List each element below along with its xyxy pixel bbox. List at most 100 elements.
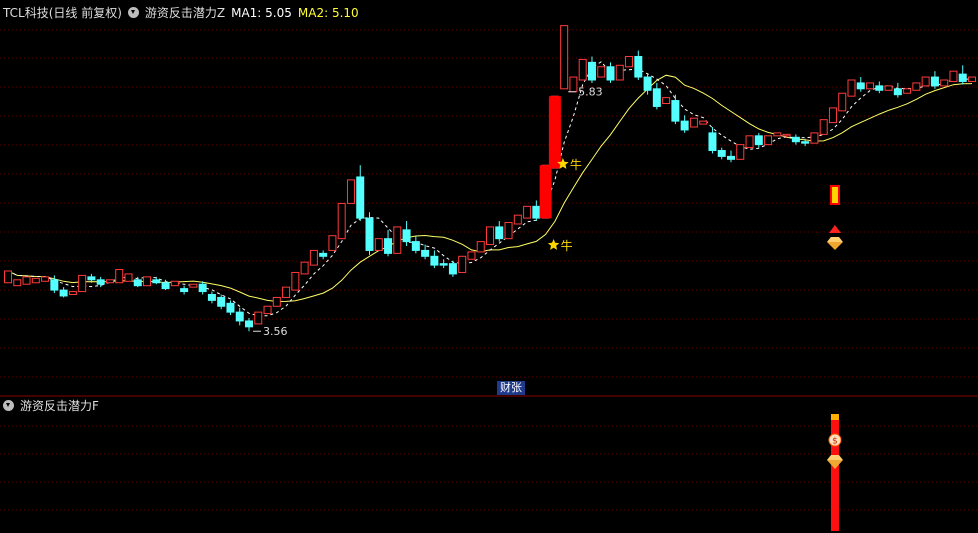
candle-body <box>180 288 189 293</box>
candle-body <box>374 238 383 251</box>
candle-body <box>828 107 837 124</box>
candle-body <box>708 132 717 152</box>
candle-body <box>662 97 671 105</box>
candle-body <box>504 222 513 240</box>
candle-body <box>207 294 216 301</box>
indicator-name: 游资反击潜力Z <box>144 6 226 20</box>
candle-body <box>105 279 114 284</box>
candle-body <box>448 263 457 275</box>
candle-body <box>467 251 476 260</box>
candle-body <box>319 252 328 257</box>
stock-title: TCL科技(日线 前复权) <box>3 6 122 20</box>
ma1-line <box>7 61 972 317</box>
candle-body <box>615 64 624 81</box>
candle-body <box>133 279 142 287</box>
candle-body <box>801 141 810 144</box>
candle-body <box>13 279 22 287</box>
candle-body <box>393 226 402 254</box>
sub-signal-bar <box>830 416 839 531</box>
candle-body <box>597 66 606 78</box>
candle-body <box>87 276 96 281</box>
candle-body <box>439 263 448 266</box>
candle-body <box>245 320 253 328</box>
candle-body <box>115 269 124 284</box>
candle-body <box>22 276 31 285</box>
chart-root: { "header": { "title": "TCL科技(日线 前复权)", … <box>0 0 978 533</box>
candle-body <box>476 241 485 253</box>
sub-diamond-icon <box>826 460 843 469</box>
candle-body <box>949 70 958 82</box>
candle-body <box>41 276 50 282</box>
candle-body <box>356 176 365 219</box>
candle-body <box>143 276 152 287</box>
high-label: 5.83 <box>578 86 603 99</box>
candle-body <box>727 155 735 160</box>
signal-text: 牛 <box>561 238 573 253</box>
candle-body <box>263 305 272 315</box>
candle-body <box>78 274 87 293</box>
candle-body <box>903 88 912 94</box>
candle-body <box>291 271 300 291</box>
divider-tag[interactable]: 财张 <box>497 381 525 395</box>
candle-body <box>810 132 819 144</box>
candle-body <box>578 58 587 81</box>
candle-body <box>912 82 921 91</box>
candle-body <box>940 79 949 87</box>
candle-body <box>328 235 337 251</box>
diamond-top-icon <box>826 237 843 242</box>
up-arrow-icon <box>828 225 841 233</box>
candle-body <box>523 205 532 219</box>
signal-candle <box>548 96 561 169</box>
candle-body <box>606 66 615 81</box>
candle-body <box>96 279 105 285</box>
signal-text: 牛 <box>570 157 582 172</box>
candle-body <box>513 214 522 225</box>
candle-body <box>384 238 393 254</box>
sub-header: 游资反击潜力F <box>3 399 105 413</box>
signal-star <box>547 239 560 250</box>
ma2-line <box>7 74 973 303</box>
candle-body <box>625 55 634 68</box>
candle-body <box>569 76 578 93</box>
low-label: 3.56 <box>263 325 288 338</box>
candle-body <box>235 311 244 322</box>
candle-body <box>189 283 198 288</box>
candle-body <box>717 150 726 157</box>
indicator-dropdown-icon[interactable] <box>127 7 139 18</box>
candle-body <box>958 73 967 82</box>
candle-body <box>689 117 698 128</box>
candle-body <box>893 88 902 96</box>
candle-body <box>921 76 930 87</box>
main-header: TCL科技(日线 前复权) 游资反击潜力Z MA1: 5.05 MA2: 5.10 <box>3 6 365 20</box>
candle-body <box>495 226 504 240</box>
sub-signal-cap <box>830 414 839 420</box>
candle-body <box>31 277 40 284</box>
ma2-value: MA2: 5.10 <box>297 6 359 20</box>
candle-body <box>217 296 226 307</box>
candle-body <box>560 25 569 90</box>
candle-body <box>671 100 680 122</box>
sub-indicator-name: 游资反击潜力F <box>20 399 99 413</box>
candle-body <box>300 261 309 275</box>
candle-body <box>50 279 59 291</box>
candle-body <box>875 85 884 91</box>
candle-body <box>634 55 643 78</box>
candle-body <box>226 302 235 313</box>
candle-body <box>699 120 708 125</box>
candle-body <box>309 249 318 266</box>
ma1-value: MA1: 5.05 <box>231 6 292 20</box>
candle-body <box>411 241 420 251</box>
candle-body <box>773 132 782 137</box>
candle-body <box>838 92 847 112</box>
candle-body <box>337 202 346 240</box>
candle-body <box>680 120 689 131</box>
diamond-icon <box>826 242 843 250</box>
sub-indicator-dropdown-icon[interactable] <box>3 400 14 411</box>
candle-body <box>458 255 467 273</box>
candle-body <box>791 136 800 143</box>
candle-body <box>198 283 207 293</box>
signal-candle <box>539 165 552 219</box>
candle-body <box>4 270 12 284</box>
candle-body <box>124 273 133 282</box>
candle-body <box>764 135 773 146</box>
